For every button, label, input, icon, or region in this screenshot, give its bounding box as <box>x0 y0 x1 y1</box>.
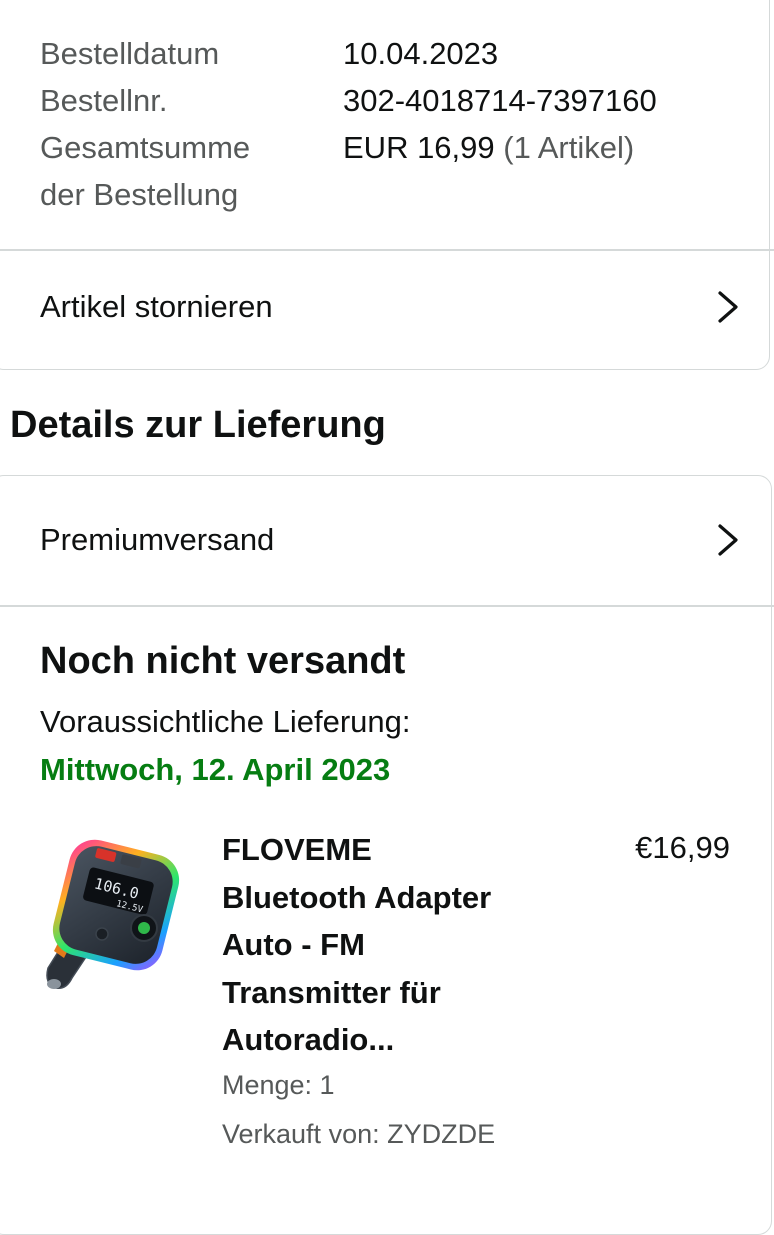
estimated-delivery-label: Voraussichtliche Lieferung: <box>40 704 411 739</box>
product-title-line: Bluetooth Adapter <box>222 879 492 915</box>
shipment-status: Noch nicht versandt <box>40 640 406 682</box>
order-total-value: EUR 16,99 (1 Artikel) <box>343 124 634 171</box>
product-seller: Verkauft von: ZYDZDE <box>222 1119 496 1149</box>
chevron-right-icon <box>718 524 738 556</box>
order-date-label: Bestelldatum <box>40 36 220 71</box>
product-title-line: Autoradio... <box>222 1022 395 1057</box>
product-image[interactable]: 106.0 12.5V <box>40 838 190 998</box>
order-total-label: Gesamtsumme der Bestellung <box>40 130 251 212</box>
product-title-line: Transmitter für <box>222 974 441 1010</box>
divider <box>0 605 774 607</box>
delivery-details-title: Details zur Lieferung <box>10 404 386 446</box>
order-date-value: 10.04.2023 <box>343 36 499 71</box>
product-title[interactable]: FLOVEME Bluetooth Adapter Auto - FM Tran… <box>222 826 562 1064</box>
product-quantity: Menge: 1 <box>222 1070 335 1100</box>
order-number-value: 302-4018714-7397160 <box>343 83 657 118</box>
order-number-label: Bestellnr. <box>40 83 168 118</box>
chevron-right-icon <box>718 291 738 323</box>
product-price: €16,99 <box>635 830 730 865</box>
shipping-method-label: Premiumversand <box>40 522 275 557</box>
estimated-delivery-date: Mittwoch, 12. April 2023 <box>40 752 391 787</box>
product-title-line: Auto - FM <box>222 927 365 962</box>
cancel-items-row[interactable]: Artikel stornieren <box>0 252 774 362</box>
divider <box>0 249 774 251</box>
order-total-amount: EUR 16,99 <box>343 130 495 165</box>
cancel-items-label: Artikel stornieren <box>40 289 273 324</box>
shipping-method-row[interactable]: Premiumversand <box>0 485 774 595</box>
order-total-items: (1 Artikel) <box>503 130 635 165</box>
product-title-line: FLOVEME <box>222 832 372 867</box>
